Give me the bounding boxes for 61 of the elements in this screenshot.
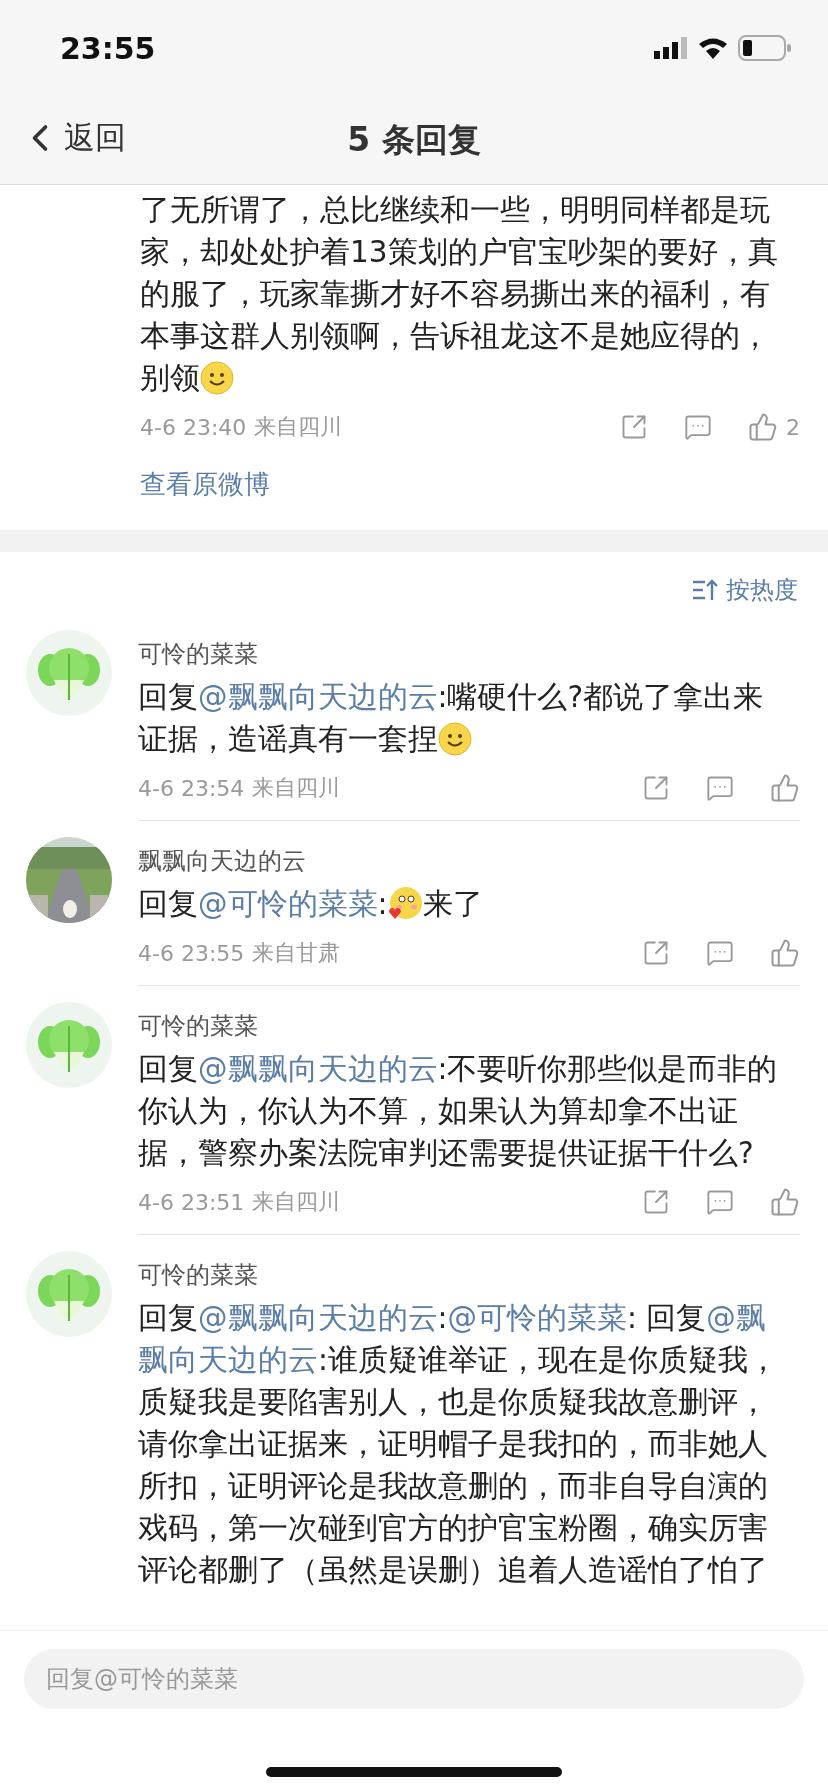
blush-emoji-icon (387, 886, 424, 922)
mention-link[interactable]: 飘向天边的云 (138, 1343, 318, 1377)
thumbs-up-icon (770, 773, 800, 803)
comment-text: 了无所谓了，总比继续和一些，明明同样都是玩家，却处处护着13策划的户官宝吵架的要好，真的服了，玩家靠撕才好不容易撕出来的福利，有本事这群人别领啊，告诉祖龙这不是她应得的，别领 (140, 192, 779, 397)
share-icon (620, 413, 648, 441)
comment-text: 回复@飘飘向天边的云:不要听你那些似是而非的你认为，你认为不算，如果认为算却拿不出证据，警察办案法院审判还需要提供证据干什么? (138, 1051, 779, 1172)
comment-time: 4-6 23:55 (138, 940, 245, 966)
mention-link[interactable]: @飘飘向天边的云 (198, 1301, 438, 1335)
page-title: 5 条回复 (347, 118, 481, 161)
like-button[interactable] (770, 773, 800, 803)
battery-icon (738, 35, 792, 61)
author-name[interactable]: 可怜的菜菜 (138, 638, 800, 670)
sort-button[interactable]: 按热度 (692, 574, 798, 606)
sort-icon (692, 579, 718, 601)
comment-time: 4-6 23:54 (138, 775, 245, 801)
mention-link[interactable]: @飘 (706, 1301, 766, 1335)
share-button[interactable] (620, 413, 648, 441)
mention-link[interactable]: @飘飘向天边的云 (198, 680, 438, 714)
comment-icon (684, 413, 712, 441)
mention-link[interactable]: @飘飘向天边的云 (198, 1052, 438, 1086)
mention-link[interactable]: @可怜的菜菜 (198, 887, 378, 921)
share-icon (642, 774, 670, 802)
mention-link[interactable]: @可怜的菜菜 (447, 1301, 627, 1335)
smile-emoji-icon (438, 722, 472, 756)
comment-icon (706, 1188, 734, 1216)
comment-time: 4-6 23:51 (138, 1189, 245, 1215)
author-name[interactable]: 可怜的菜菜 (138, 1010, 800, 1042)
comment-location: 来自四川 (254, 413, 343, 441)
reply-input-field[interactable]: 回复@可怜的菜菜 (24, 1649, 804, 1709)
back-button[interactable]: 返回 (18, 116, 126, 160)
comment-time: 4-6 23:40 (140, 414, 247, 440)
share-button[interactable] (642, 774, 670, 802)
like-button[interactable] (770, 938, 800, 968)
wifi-icon (698, 37, 728, 59)
share-button[interactable] (642, 1188, 670, 1216)
author-name[interactable]: 可怜的菜菜 (138, 1259, 800, 1291)
comment-icon (706, 774, 734, 802)
thumbs-up-icon (770, 938, 800, 968)
comment-button[interactable] (684, 413, 712, 441)
signal-icon (654, 37, 688, 59)
comment-text: 回复@飘飘向天边的云:@可怜的菜菜: 回复@飘 飘向天边的云:谁质疑谁举证，现在是你质疑我，质疑我是要陷害别人，也是你质疑我故意删评，请你拿出证据来，证明帽子是我扣的，而非她人所扣，证明评论是我故意删的，而非自导自演的戏码，第一次碰到官方的护官宝粉圈，确实厉害评论都删了（虽然是误删）追着人造谣怕了怕了 (138, 1300, 779, 1589)
comment-location: 来自四川 (252, 774, 341, 802)
share-button[interactable] (642, 939, 670, 967)
comment-location: 来自甘肃 (252, 939, 341, 967)
share-icon (642, 1188, 670, 1216)
comment-button[interactable] (706, 1188, 734, 1216)
view-original-link[interactable]: 查看原微博 (140, 467, 270, 502)
comment-text: 回复@可怜的菜菜: 来了 (138, 885, 485, 924)
status-time: 23:55 (60, 30, 156, 66)
author-name[interactable]: 飘飘向天边的云 (138, 845, 800, 877)
comment-button[interactable] (706, 939, 734, 967)
share-icon (642, 939, 670, 967)
comment-text: 回复@飘飘向天边的云:嘴硬什么?都说了拿出来证据，造谣真有一套捏 (138, 679, 765, 758)
comment-location: 来自四川 (252, 1188, 341, 1216)
thumbs-up-icon (770, 1187, 800, 1217)
like-button[interactable]: 2 (748, 412, 800, 442)
thumbs-up-icon (748, 412, 778, 442)
like-button[interactable] (770, 1187, 800, 1217)
comment-button[interactable] (706, 774, 734, 802)
comment-icon (706, 939, 734, 967)
smile-emoji-icon (200, 361, 234, 395)
